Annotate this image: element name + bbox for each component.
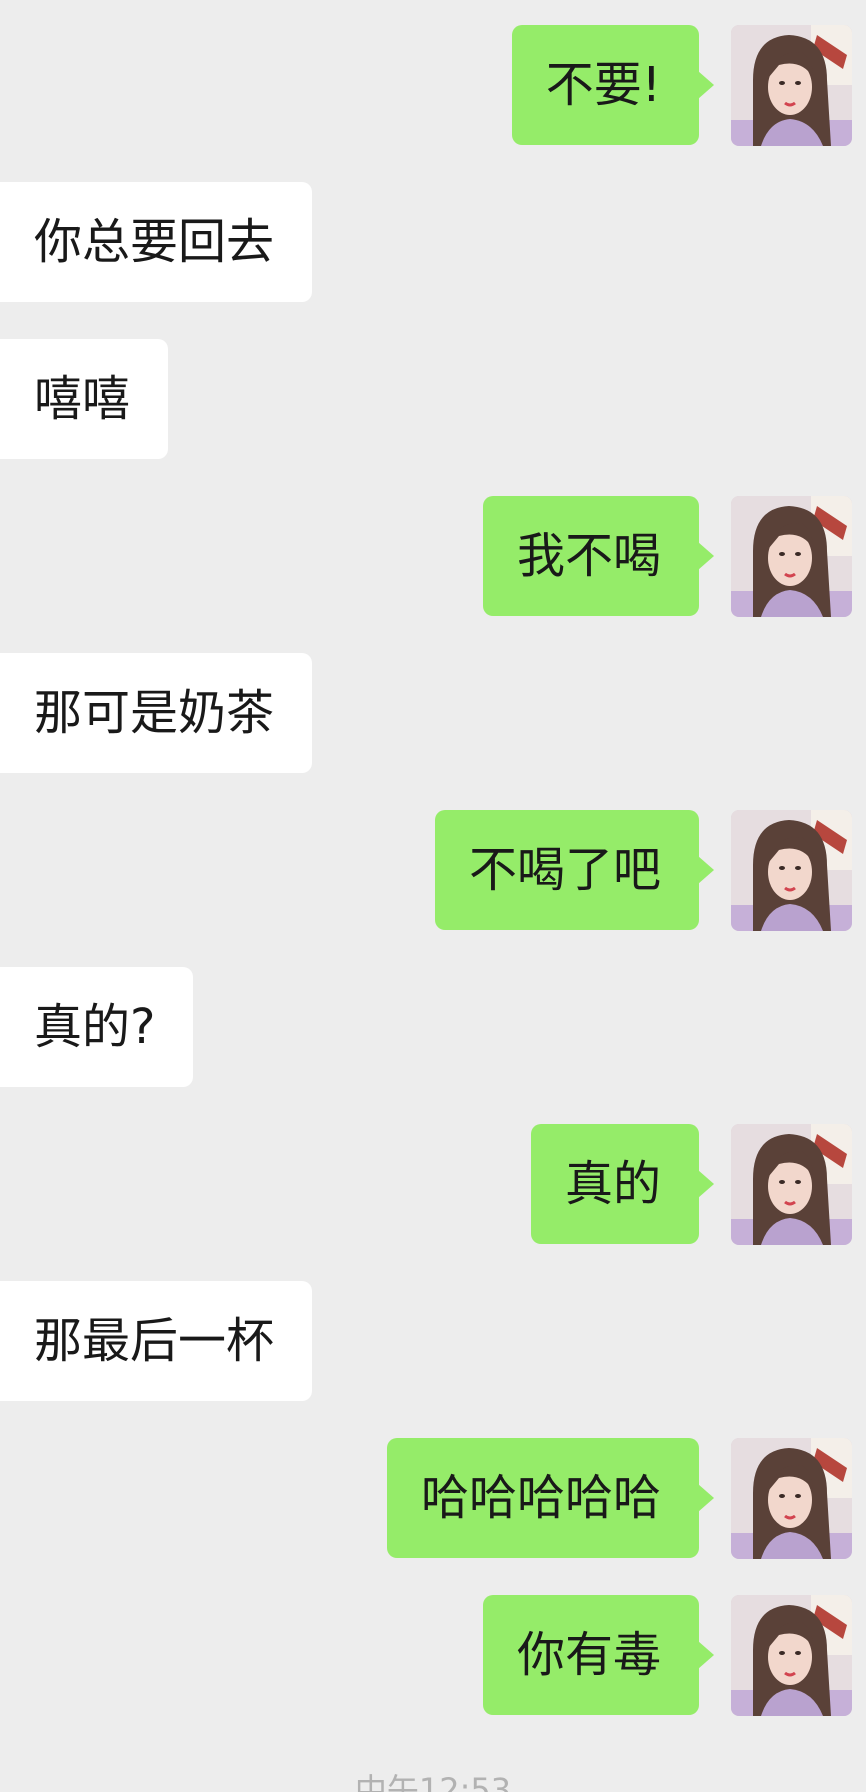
avatar-photo-icon <box>731 1595 852 1716</box>
sent-message-bubble[interactable]: 你有毒 <box>482 1595 715 1715</box>
received-message-bubble[interactable]: 真的? <box>0 967 194 1087</box>
sent-message-bubble[interactable]: 我不喝 <box>482 496 715 616</box>
received-message: 那可是奶茶 <box>0 653 866 773</box>
sent-message: 不喝了吧 <box>0 810 866 931</box>
user-avatar[interactable] <box>731 1124 852 1245</box>
sent-message-bubble[interactable]: 不要! <box>511 25 715 145</box>
received-message: 你总要回去 <box>0 182 866 302</box>
received-message: 嘻嘻 <box>0 339 866 459</box>
received-message: 那最后一杯 <box>0 1281 866 1401</box>
sent-message: 哈哈哈哈哈 <box>0 1438 866 1559</box>
sent-message-bubble[interactable]: 不喝了吧 <box>434 810 715 930</box>
user-avatar[interactable] <box>731 1595 852 1716</box>
user-avatar[interactable] <box>731 1438 852 1559</box>
received-message-bubble[interactable]: 嘻嘻 <box>0 339 169 459</box>
received-message: 真的? <box>0 967 866 1087</box>
avatar-photo-icon <box>731 1438 852 1559</box>
message-timestamp: 中午12:53 <box>354 1771 512 1792</box>
sent-message-bubble[interactable]: 哈哈哈哈哈 <box>386 1438 715 1558</box>
sent-message: 你有毒 <box>0 1595 866 1716</box>
avatar-photo-icon <box>731 25 852 146</box>
sent-message: 真的 <box>0 1124 866 1245</box>
received-message-bubble[interactable]: 那可是奶茶 <box>0 653 313 773</box>
user-avatar[interactable] <box>731 496 852 617</box>
user-avatar[interactable] <box>731 810 852 931</box>
avatar-photo-icon <box>731 496 852 617</box>
avatar-photo-icon <box>731 810 852 931</box>
avatar-photo-icon <box>731 1124 852 1245</box>
sent-message-bubble[interactable]: 真的 <box>530 1124 715 1244</box>
chat-message-list[interactable]: 不要! 你总要回去 嘻嘻 我不喝 那可是奶茶 不喝了吧 真的? 真的 那最后一杯… <box>0 0 866 1792</box>
sent-message: 不要! <box>0 25 866 146</box>
received-message-bubble[interactable]: 你总要回去 <box>0 182 313 302</box>
sent-message: 我不喝 <box>0 496 866 617</box>
received-message-bubble[interactable]: 那最后一杯 <box>0 1281 313 1401</box>
user-avatar[interactable] <box>731 25 852 146</box>
